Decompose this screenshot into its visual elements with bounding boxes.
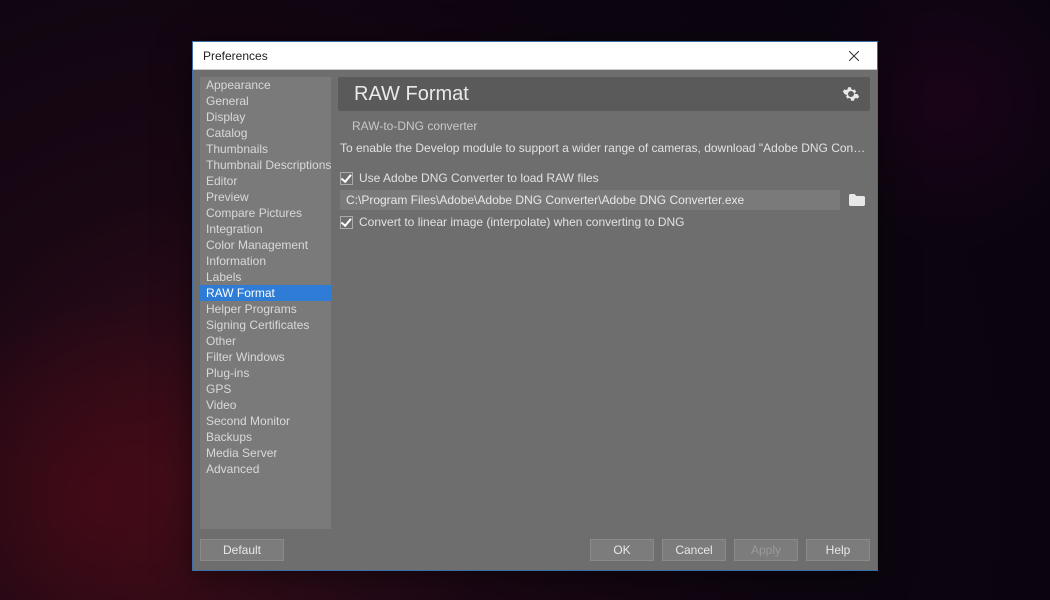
section-label: RAW-to-DNG converter [338,111,870,137]
cancel-button[interactable]: Cancel [662,539,726,561]
folder-icon [849,194,865,206]
sidebar-item-other[interactable]: Other [200,333,331,349]
main-header: RAW Format [338,77,870,111]
sidebar-item-compare-pictures[interactable]: Compare Pictures [200,205,331,221]
close-icon [849,51,859,61]
sidebar-item-plug-ins[interactable]: Plug-ins [200,365,331,381]
path-row [338,187,870,213]
use-converter-label: Use Adobe DNG Converter to load RAW file… [359,171,599,185]
sidebar-item-catalog[interactable]: Catalog [200,125,331,141]
apply-button[interactable]: Apply [734,539,798,561]
sidebar-item-media-server[interactable]: Media Server [200,445,331,461]
converter-path-input[interactable] [340,190,840,210]
window-title: Preferences [203,49,839,63]
sidebar-item-color-management[interactable]: Color Management [200,237,331,253]
sidebar-list: AppearanceGeneralDisplayCatalogThumbnail… [200,77,331,529]
sidebar-item-helper-programs[interactable]: Helper Programs [200,301,331,317]
close-button[interactable] [839,45,869,67]
gear-icon[interactable] [842,85,860,103]
page-title: RAW Format [354,83,842,106]
sidebar-item-editor[interactable]: Editor [200,173,331,189]
sidebar-item-thumbnails[interactable]: Thumbnails [200,141,331,157]
use-converter-checkbox[interactable] [340,172,353,185]
default-button[interactable]: Default [200,539,284,561]
sidebar: AppearanceGeneralDisplayCatalogThumbnail… [200,77,331,529]
main-panel: RAW Format RAW-to-DNG converter To enabl… [338,77,870,529]
sidebar-item-appearance[interactable]: Appearance [200,77,331,93]
sidebar-item-display[interactable]: Display [200,109,331,125]
sidebar-item-preview[interactable]: Preview [200,189,331,205]
sidebar-item-signing-certificates[interactable]: Signing Certificates [200,317,331,333]
sidebar-item-labels[interactable]: Labels [200,269,331,285]
sidebar-item-second-monitor[interactable]: Second Monitor [200,413,331,429]
sidebar-item-integration[interactable]: Integration [200,221,331,237]
footer: Default OK Cancel Apply Help [193,536,877,570]
sidebar-item-backups[interactable]: Backups [200,429,331,445]
sidebar-item-thumbnail-descriptions[interactable]: Thumbnail Descriptions [200,157,331,173]
linear-label: Convert to linear image (interpolate) wh… [359,215,685,229]
use-converter-row: Use Adobe DNG Converter to load RAW file… [338,169,870,187]
titlebar: Preferences [193,42,877,70]
sidebar-item-information[interactable]: Information [200,253,331,269]
sidebar-item-raw-format[interactable]: RAW Format [200,285,331,301]
sidebar-item-general[interactable]: General [200,93,331,109]
sidebar-item-gps[interactable]: GPS [200,381,331,397]
ok-button[interactable]: OK [590,539,654,561]
help-button[interactable]: Help [806,539,870,561]
sidebar-item-filter-windows[interactable]: Filter Windows [200,349,331,365]
linear-checkbox[interactable] [340,216,353,229]
browse-button[interactable] [846,191,868,209]
linear-row: Convert to linear image (interpolate) wh… [338,213,870,231]
section-description: To enable the Develop module to support … [338,137,870,169]
window-body: AppearanceGeneralDisplayCatalogThumbnail… [193,70,877,536]
sidebar-item-advanced[interactable]: Advanced [200,461,331,477]
preferences-window: Preferences AppearanceGeneralDisplayCata… [192,41,878,571]
sidebar-item-video[interactable]: Video [200,397,331,413]
